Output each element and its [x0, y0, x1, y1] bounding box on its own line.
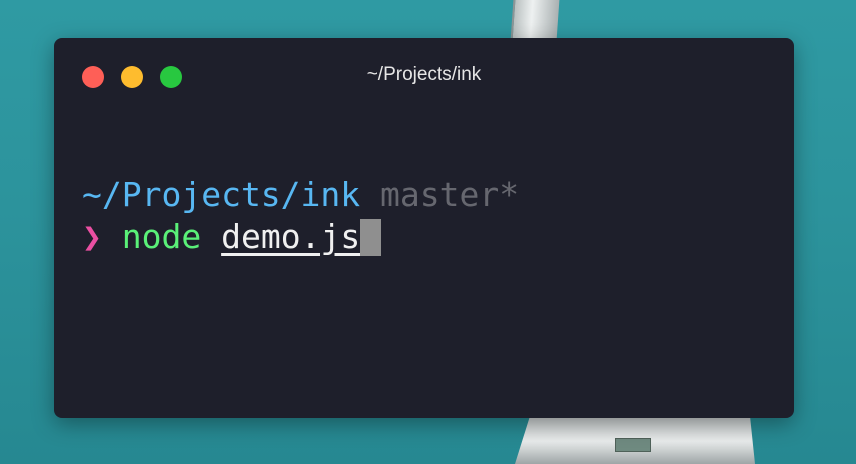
command-line: ❯ node demo.js — [82, 216, 519, 258]
current-directory: ~/Projects/ink — [82, 175, 361, 214]
title-bar[interactable]: ~/Projects/ink — [54, 38, 794, 112]
terminal-window[interactable]: ~/Projects/ink ~/Projects/ink master* ❯ n… — [54, 38, 794, 418]
prompt-info-line: ~/Projects/ink master* — [82, 174, 519, 216]
background-object-slot — [615, 438, 651, 452]
terminal-content[interactable]: ~/Projects/ink master* ❯ node demo.js — [82, 174, 519, 258]
background-object-top — [510, 0, 560, 40]
command-argument: demo.js — [221, 217, 361, 256]
command-name: node — [121, 217, 202, 256]
prompt-symbol: ❯ — [82, 217, 102, 256]
background-object-bottom — [515, 418, 755, 464]
window-title: ~/Projects/ink — [366, 64, 482, 85]
text-cursor — [360, 219, 382, 256]
git-branch: master* — [380, 175, 520, 214]
